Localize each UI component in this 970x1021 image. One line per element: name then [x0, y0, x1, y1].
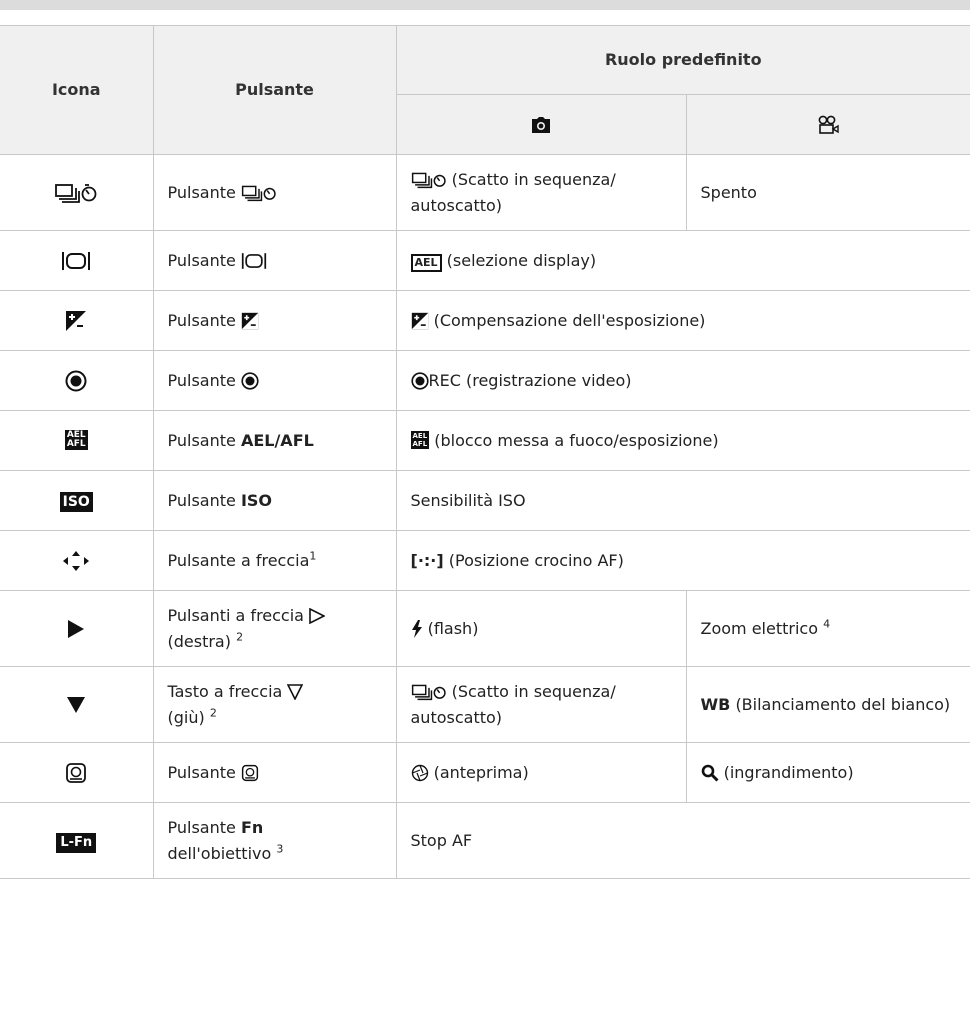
role-cell: [·:·] (Posizione crocino AF) [395, 530, 970, 591]
movie-role-cell: Spento [685, 154, 970, 231]
sequential-selftimer-icon [0, 154, 154, 231]
role-cell: AEL AFL (blocco messa a fuoco/esposizione… [395, 410, 970, 471]
button-cell: Pulsante a freccia1 [152, 530, 397, 591]
button-cell: Tasto a freccia (giù) 2 [152, 666, 397, 743]
camera-icon [531, 115, 551, 134]
display-icon [241, 251, 267, 270]
button-cell: Pulsante [152, 154, 397, 231]
down-arrow-outline-icon [287, 682, 304, 701]
table-row: Pulsanti a freccia (destra) 2 (flash) Zo… [0, 590, 970, 667]
button-cell: Pulsante ISO [152, 470, 397, 531]
aperture-icon [411, 763, 429, 782]
table-row: Pulsante (anteprima) (ingrandimento) [0, 742, 970, 803]
ael-afl-icon: AEL AFL [0, 410, 154, 471]
movie-icon [817, 115, 839, 134]
movie-role-cell: (ingrandimento) [685, 742, 970, 803]
flash-icon [411, 619, 423, 638]
role-cell: Stop AF [395, 802, 970, 879]
exposure-comp-icon [241, 311, 259, 330]
iso-icon: ISO [0, 470, 154, 531]
movie-role-cell: WB (Bilanciamento del bianco) [685, 666, 970, 743]
photo-role-cell: (flash) [395, 590, 687, 667]
button-cell: Pulsante [152, 290, 397, 351]
sequential-selftimer-icon [411, 170, 447, 189]
header-photo-mode [396, 94, 687, 155]
right-arrow-icon [0, 590, 154, 667]
button-cell: Pulsanti a freccia (destra) 2 [152, 590, 397, 667]
af-target-icon: [·:·] [410, 550, 444, 570]
table-row: Pulsante (Scatto in sequenza/ autoscatto… [0, 154, 970, 231]
sequential-selftimer-icon [411, 682, 447, 701]
sequential-selftimer-icon [241, 183, 277, 202]
button-function-table: Icona Pulsante Ruolo predefinito Pulsant… [0, 25, 970, 879]
preview-icon [241, 763, 259, 782]
top-rule [0, 0, 970, 10]
table-row: L-Fn Pulsante Fn dell'obiettivo 3 Stop A… [0, 802, 970, 879]
photo-role-cell: (anteprima) [395, 742, 687, 803]
photo-role-cell: (Scatto in sequenza/ autoscatto) [395, 666, 687, 743]
photo-role-cell: (Scatto in sequenza/ autoscatto) [395, 154, 687, 231]
table-row: AEL AFL Pulsante AEL/AFL AEL AFL (blocco m… [0, 410, 970, 471]
record-icon [0, 350, 154, 411]
ael-display-icon: AEL [410, 253, 442, 272]
button-cell: Pulsante Fn dell'obiettivo 3 [152, 802, 397, 879]
record-icon [410, 371, 429, 390]
table-row: Pulsante a freccia1 [·:·] (Posizione cro… [0, 530, 970, 591]
display-icon [0, 230, 154, 291]
lens-fn-icon: L-Fn [0, 802, 154, 879]
table-row: Pulsante REC (registrazione video) [0, 350, 970, 411]
table-row: Tasto a freccia (giù) 2 (Scatto in seque… [0, 666, 970, 743]
table-row: Pulsante (Compensazione dell'esposizione… [0, 290, 970, 351]
preview-icon [0, 742, 154, 803]
exposure-comp-icon [411, 311, 429, 330]
magnify-icon [701, 763, 719, 782]
right-arrow-outline-icon [309, 606, 326, 625]
role-cell: REC (registrazione video) [395, 350, 970, 411]
table-row: ISO Pulsante ISO Sensibilità ISO [0, 470, 970, 531]
button-cell: Pulsante [152, 742, 397, 803]
ael-afl-icon: AEL AFL [410, 430, 430, 449]
role-cell: Sensibilità ISO [395, 470, 970, 531]
role-cell: (Compensazione dell'esposizione) [395, 290, 970, 351]
header-icona: Icona [0, 25, 154, 155]
exposure-comp-icon [0, 290, 154, 351]
button-cell: Pulsante [152, 230, 397, 291]
button-cell: Pulsante AEL/AFL [152, 410, 397, 471]
table-row: Pulsante AEL (selezione display) [0, 230, 970, 291]
button-cell: Pulsante [152, 350, 397, 411]
movie-role-cell: Zoom elettrico 4 [685, 590, 970, 667]
header-movie-mode [685, 94, 970, 155]
header-ruolo: Ruolo predefinito [395, 25, 970, 95]
arrow-pad-icon [0, 530, 154, 591]
down-arrow-icon [0, 666, 154, 743]
header-pulsante: Pulsante [152, 25, 397, 155]
role-cell: AEL (selezione display) [395, 230, 970, 291]
record-icon [241, 371, 259, 390]
